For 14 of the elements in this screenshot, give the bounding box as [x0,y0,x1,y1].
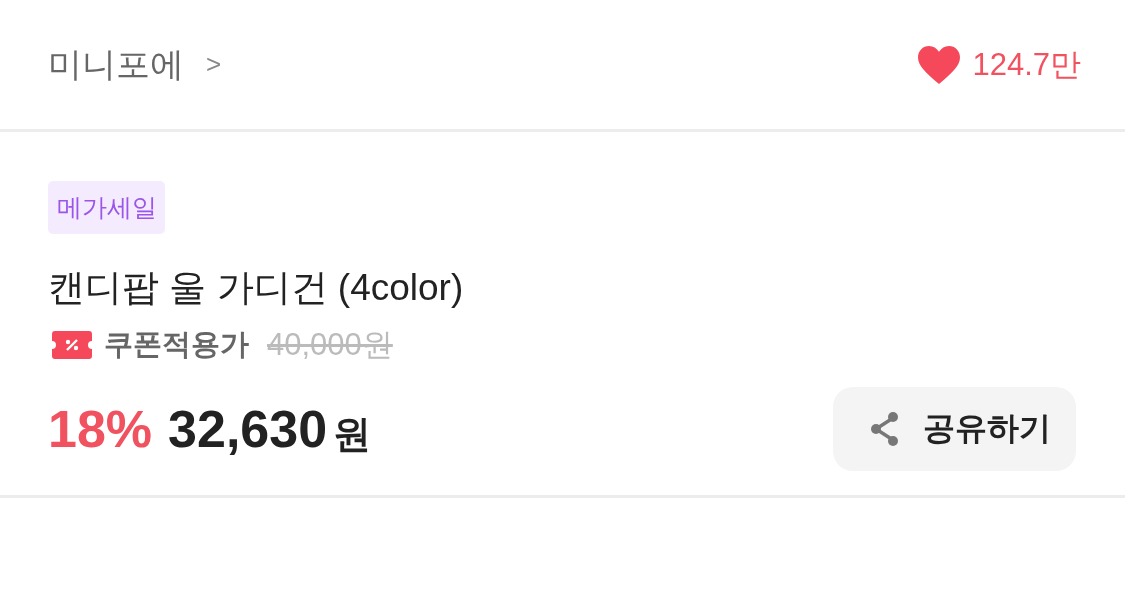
share-icon [869,410,901,448]
like-count: 124.7만 [972,45,1081,84]
share-button[interactable]: 공유하기 [833,387,1076,471]
original-price: 40,000원 [267,326,393,364]
discount-rate: 18% [48,398,153,459]
product-title: 캔디팝 울 가디건 (4color) [48,266,465,310]
currency-unit: 원 [333,411,372,457]
coupon-icon [52,331,92,359]
heart-icon[interactable] [916,43,963,86]
sale-price: 32,630 [168,398,328,459]
sale-badge: 메가세일 [48,181,165,234]
coupon-price-label: 쿠폰적용가 [104,327,249,362]
store-name[interactable]: 미니포에 [48,41,184,88]
chevron-icon[interactable]: > [206,49,222,80]
